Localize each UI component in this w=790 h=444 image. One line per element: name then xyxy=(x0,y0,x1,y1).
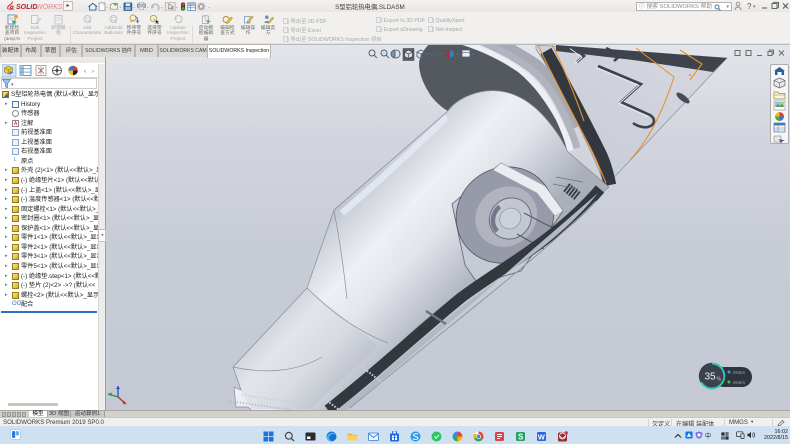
svg-text:W: W xyxy=(538,433,546,442)
svg-text:SOLID: SOLID xyxy=(16,4,37,11)
svg-text:‹: ‹ xyxy=(84,69,86,75)
svg-text:-: - xyxy=(106,4,108,10)
svg-text:?: ? xyxy=(747,2,752,11)
svg-text:-: - xyxy=(176,4,178,10)
svg-text:-: - xyxy=(208,4,210,10)
svg-text:▾: ▾ xyxy=(753,4,756,10)
svg-text:-: - xyxy=(133,4,135,10)
svg-text:-: - xyxy=(161,4,163,10)
svg-text:0KB/s: 0KB/s xyxy=(733,380,746,385)
svg-text:S: S xyxy=(518,433,524,442)
svg-text:0KB/s: 0KB/s xyxy=(733,370,746,375)
svg-text:WORKS: WORKS xyxy=(36,4,63,11)
svg-text:-: - xyxy=(147,4,149,10)
svg-text:›: › xyxy=(92,69,94,75)
svg-text:35: 35 xyxy=(705,372,717,383)
svg-text:%: % xyxy=(717,377,722,383)
svg-text:-: - xyxy=(120,4,122,10)
